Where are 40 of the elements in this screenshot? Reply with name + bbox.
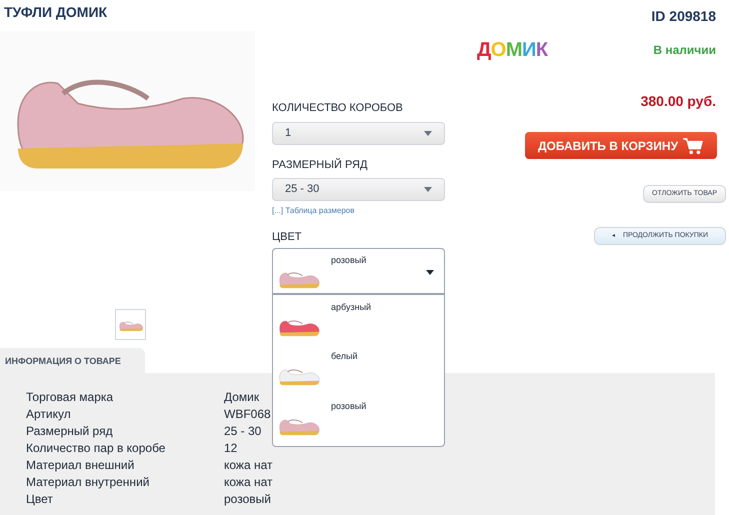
color-option[interactable]: розовый [273, 396, 444, 446]
caret-icon [424, 130, 432, 136]
price: 380.00 руб. [640, 92, 716, 111]
info-value: кожа нат [224, 457, 272, 474]
info-label: Артикул [26, 406, 72, 423]
info-label: Размерный ряд [26, 423, 114, 440]
color-option-label: белый [331, 350, 358, 364]
color-option[interactable]: белый [273, 346, 444, 396]
color-option[interactable]: арбузный [273, 296, 444, 346]
info-value: кожа нат [224, 474, 272, 491]
info-value: 12 [224, 440, 238, 457]
color-option-label: арбузный [331, 300, 372, 314]
size-table-link[interactable]: [...] Таблица размеров [272, 205, 445, 217]
info-label: Количество пар в коробе [26, 440, 166, 457]
info-label: Материал внешний [26, 457, 136, 474]
selected-color: розовый [331, 254, 368, 267]
field-label: ЦВЕТ [272, 230, 303, 245]
caret-icon [424, 187, 432, 192]
info-label: Торговая марка [26, 389, 114, 406]
info-value: розовый [224, 491, 271, 508]
thumbnail[interactable] [115, 309, 146, 340]
info-value: Домик [224, 389, 260, 406]
availability-status: В наличии [653, 42, 716, 59]
product-info-tab[interactable]: ИНФОРМАЦИЯ О ТОВАРЕ [0, 348, 145, 373]
dropdown-select[interactable]: 1 [272, 122, 445, 144]
info-value: 25 - 30 [224, 423, 262, 440]
color-option-label: розовый [331, 400, 366, 413]
cart-icon [682, 136, 704, 154]
info-value: WBF068 [224, 406, 271, 423]
product-id: ID 209818 [651, 7, 716, 26]
color-select[interactable]: розовый [272, 248, 445, 294]
field-label: РАЗМЕРНЫЙ РЯД [272, 157, 368, 172]
dropdown-select[interactable]: 25 - 30 [272, 178, 445, 201]
brand-logo: ДОМИК [477, 38, 548, 63]
add-to-cart-button[interactable]: ДОБАВИТЬ В КОРЗИНУ [525, 132, 717, 159]
info-label: Цвет [26, 491, 54, 508]
field-label: КОЛИЧЕСТВО КОРОБОВ [272, 101, 404, 116]
caret-icon [426, 270, 434, 274]
product-title: ТУФЛИ ДОМИК [3, 3, 108, 22]
info-label: Материал внутренний [26, 474, 150, 491]
